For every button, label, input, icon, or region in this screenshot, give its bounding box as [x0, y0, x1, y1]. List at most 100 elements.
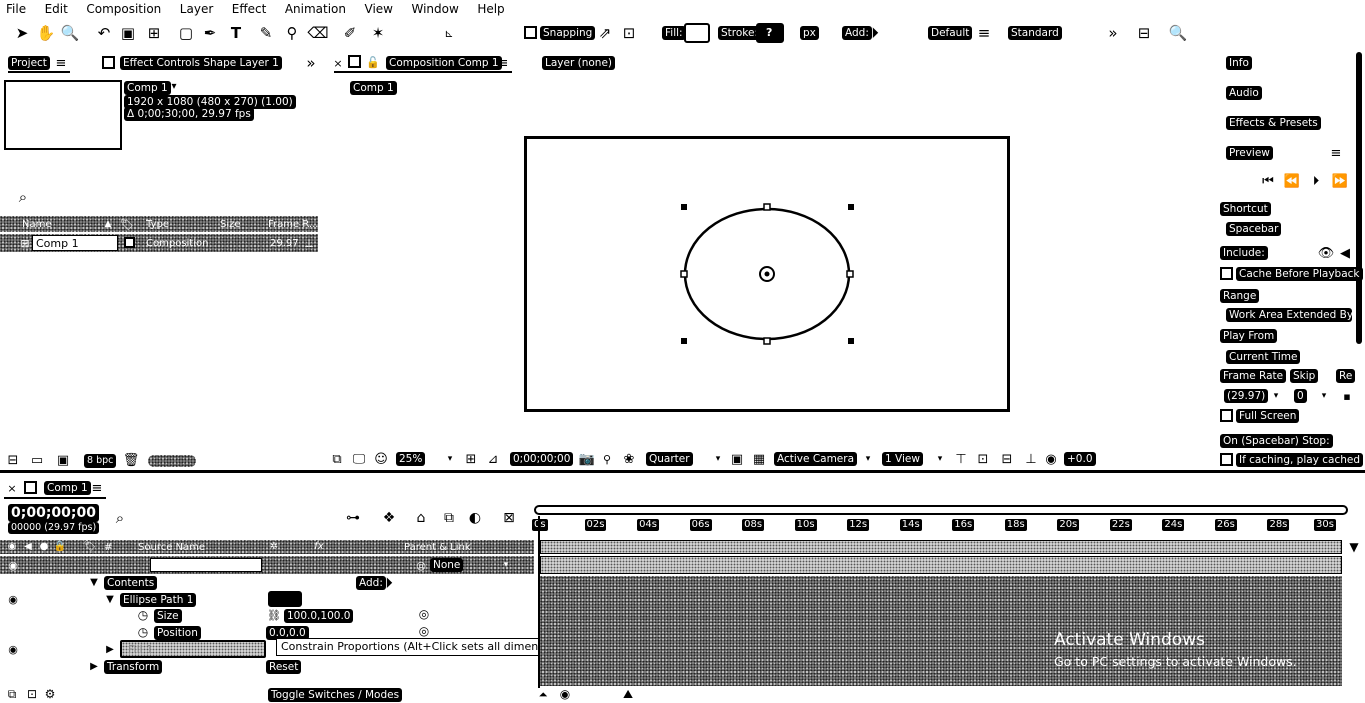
pickwhip-icon[interactable]: ◎ [414, 557, 428, 573]
size-spiral-icon[interactable]: ◎ [416, 606, 432, 622]
roto-brush-tool-icon[interactable]: ✐ [340, 22, 360, 44]
snap-grid-icon[interactable]: ⊡ [620, 23, 638, 43]
timeline-search-icon[interactable]: ⌕ [108, 508, 132, 528]
menu-view[interactable]: View [365, 0, 393, 18]
camera-select[interactable]: Active Camera [774, 452, 858, 466]
search-help-icon[interactable]: 🔍 [1168, 23, 1188, 43]
workspace-standard[interactable]: Standard [1008, 26, 1062, 40]
frame-rate-dropdown-icon[interactable]: ▾ [1270, 387, 1282, 405]
zoom-slider-icon[interactable]: ◉ [556, 686, 574, 702]
hand-tool-icon[interactable]: ✋ [36, 22, 56, 44]
first-frame-icon[interactable]: ⏮ [1258, 172, 1278, 190]
composition-tab[interactable]: Composition Comp 1 [386, 56, 502, 70]
frame-rate-select[interactable]: (29.97) [1224, 389, 1269, 403]
layer-name-field[interactable] [150, 558, 262, 572]
view-layout-select[interactable]: 1 View [882, 452, 923, 466]
col-frame-rate[interactable]: Frame R... [268, 218, 318, 231]
shape-layer-row[interactable]: ◉ ◎ None ▾ [0, 556, 534, 574]
project-search-icon[interactable]: ⌕ [12, 188, 34, 206]
next-frame-icon[interactable]: ⏩ [1330, 172, 1350, 190]
bpc-button[interactable]: 8 bpc [84, 454, 117, 468]
timeline-track-area[interactable] [540, 576, 1342, 686]
timeline-lock-checkbox[interactable] [24, 481, 37, 494]
skip-dropdown-icon[interactable]: ▾ [1318, 387, 1330, 405]
timeline-timecode[interactable]: 0;00;00;00 [8, 504, 99, 522]
comp-lock-checkbox[interactable] [348, 55, 361, 68]
menu-window[interactable]: Window [411, 0, 458, 18]
full-screen-checkbox[interactable] [1220, 409, 1233, 422]
exposure-value[interactable]: +0.0 [1064, 452, 1096, 466]
transparency-grid-icon[interactable]: ▦ [750, 449, 768, 469]
skip-value[interactable]: 0 [1294, 389, 1307, 403]
position-stopwatch-icon[interactable]: ◷ [136, 625, 150, 639]
play-icon[interactable]: ⏵ [1306, 172, 1326, 190]
fill-expand-icon[interactable]: ▶ [104, 643, 116, 657]
add-play-icon[interactable]: ⏵ [866, 23, 884, 43]
snapping-checkbox[interactable] [524, 26, 537, 39]
comp-dropdown-icon[interactable]: ▾ [168, 80, 180, 94]
source-name-header[interactable]: Source Name [138, 541, 205, 554]
toggle-pixel-aspect-icon[interactable]: ⊤ [952, 449, 970, 469]
resolution-dropdown-icon[interactable]: ▾ [712, 449, 724, 469]
hide-shy-layers-icon[interactable]: ⌂ [410, 508, 432, 528]
fast-preview-icon[interactable]: ⊡ [974, 449, 992, 469]
position-spiral-icon[interactable]: ◎ [416, 623, 432, 639]
effects-presets-tab[interactable]: Effects & Presets [1226, 116, 1321, 130]
comp-breadcrumb[interactable]: Comp 1 [350, 81, 397, 95]
prev-frame-icon[interactable]: ⏪ [1282, 172, 1302, 190]
fill-swatch[interactable] [684, 23, 710, 43]
layer-visibility-icon[interactable]: ◉ [6, 557, 20, 573]
color-channel-icon[interactable]: ❀ [620, 449, 638, 469]
mask-visibility-icon[interactable]: ☺ [372, 449, 390, 469]
cache-checkbox[interactable] [1220, 267, 1233, 280]
zoom-tool-icon[interactable]: 🔍 [60, 22, 80, 44]
zoom-in-time-icon[interactable]: ⛰ [618, 686, 638, 702]
project-menu-icon[interactable]: ≡ [54, 54, 68, 72]
project-tab[interactable]: Project [8, 56, 50, 70]
timeline-toggle-icon[interactable]: ⊟ [998, 449, 1016, 469]
menu-layer[interactable]: Layer [180, 0, 213, 18]
preview-panel-tab[interactable]: Preview [1226, 146, 1273, 160]
stroke-swatch[interactable]: ? [756, 23, 784, 43]
zoom-out-time-icon[interactable]: ⏶ [536, 686, 550, 702]
menu-edit[interactable]: Edit [45, 0, 68, 18]
trash-icon[interactable]: 🗑 [122, 452, 140, 468]
ellipse-path-mode[interactable] [268, 591, 302, 607]
region-of-interest-icon[interactable]: ▣ [728, 449, 746, 469]
play-from-select[interactable]: Current Time [1226, 350, 1301, 364]
effect-controls-tab[interactable]: Effect Controls Shape Layer 1 [120, 56, 282, 70]
camera-tool-icon[interactable]: ▣ [118, 22, 138, 44]
layer-switches-icon[interactable]: ⧉ [4, 686, 20, 702]
timeline-settings-icon[interactable]: ⚙ [42, 686, 58, 702]
motion-blur-icon[interactable]: ◐ [464, 508, 486, 528]
col-size[interactable]: Size [220, 218, 241, 231]
new-comp-icon[interactable]: ▣ [52, 452, 74, 468]
selection-tool-icon[interactable]: ➤ [12, 22, 32, 44]
fill-row[interactable]: Fill 1 [120, 640, 266, 658]
rectangle-tool-icon[interactable]: ▢ [176, 22, 196, 44]
transfer-controls-icon[interactable]: ⊡ [24, 686, 40, 702]
draft-3d-icon[interactable]: ❖ [378, 508, 400, 528]
menu-effect[interactable]: Effect [232, 0, 267, 18]
workspace-default[interactable]: Default [928, 26, 973, 40]
snapshot-icon[interactable]: 📷 [578, 449, 596, 469]
info-panel-tab[interactable]: Info [1226, 56, 1252, 70]
ellipse-expand-icon[interactable]: ▼ [104, 593, 116, 607]
col-name[interactable]: Name [22, 218, 52, 231]
stop-checkbox[interactable] [1220, 453, 1233, 466]
monitor-icon[interactable]: 🖵 [350, 449, 368, 469]
include-video-icon[interactable]: 👁 [1316, 244, 1336, 262]
preview-menu-icon[interactable]: ≡ [1328, 144, 1344, 162]
audio-panel-tab[interactable]: Audio [1226, 86, 1262, 100]
size-stopwatch-icon[interactable]: ◷ [136, 608, 150, 622]
col-type[interactable]: Type [146, 218, 169, 231]
range-select[interactable]: Work Area Extended By C [1226, 308, 1352, 322]
puppet-tool-icon[interactable]: ✶ [368, 22, 388, 44]
constrain-proportions-icon[interactable]: ⛓ [266, 608, 282, 622]
frame-blending-icon[interactable]: ⧉ [438, 508, 460, 528]
snap-edges-icon[interactable]: ⇗ [596, 23, 614, 43]
local-axis-icon[interactable]: ⊾ [440, 24, 458, 42]
comp-mini-flowchart-icon[interactable]: ⊶ [342, 508, 364, 528]
parent-select[interactable]: None [430, 558, 464, 572]
panel-overflow-icon[interactable]: » [302, 54, 320, 72]
